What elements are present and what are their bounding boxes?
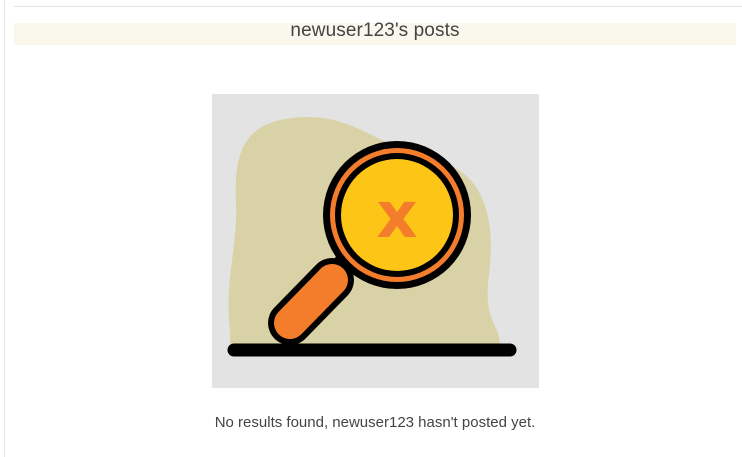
magnifier-no-results-icon: x bbox=[227, 117, 517, 357]
page-title: newuser123's posts bbox=[290, 20, 460, 41]
x-mark: x bbox=[376, 179, 417, 253]
top-divider bbox=[14, 6, 742, 7]
empty-state-message: No results found, newuser123 hasn't post… bbox=[214, 414, 536, 431]
no-results-illustration: x bbox=[212, 94, 539, 388]
